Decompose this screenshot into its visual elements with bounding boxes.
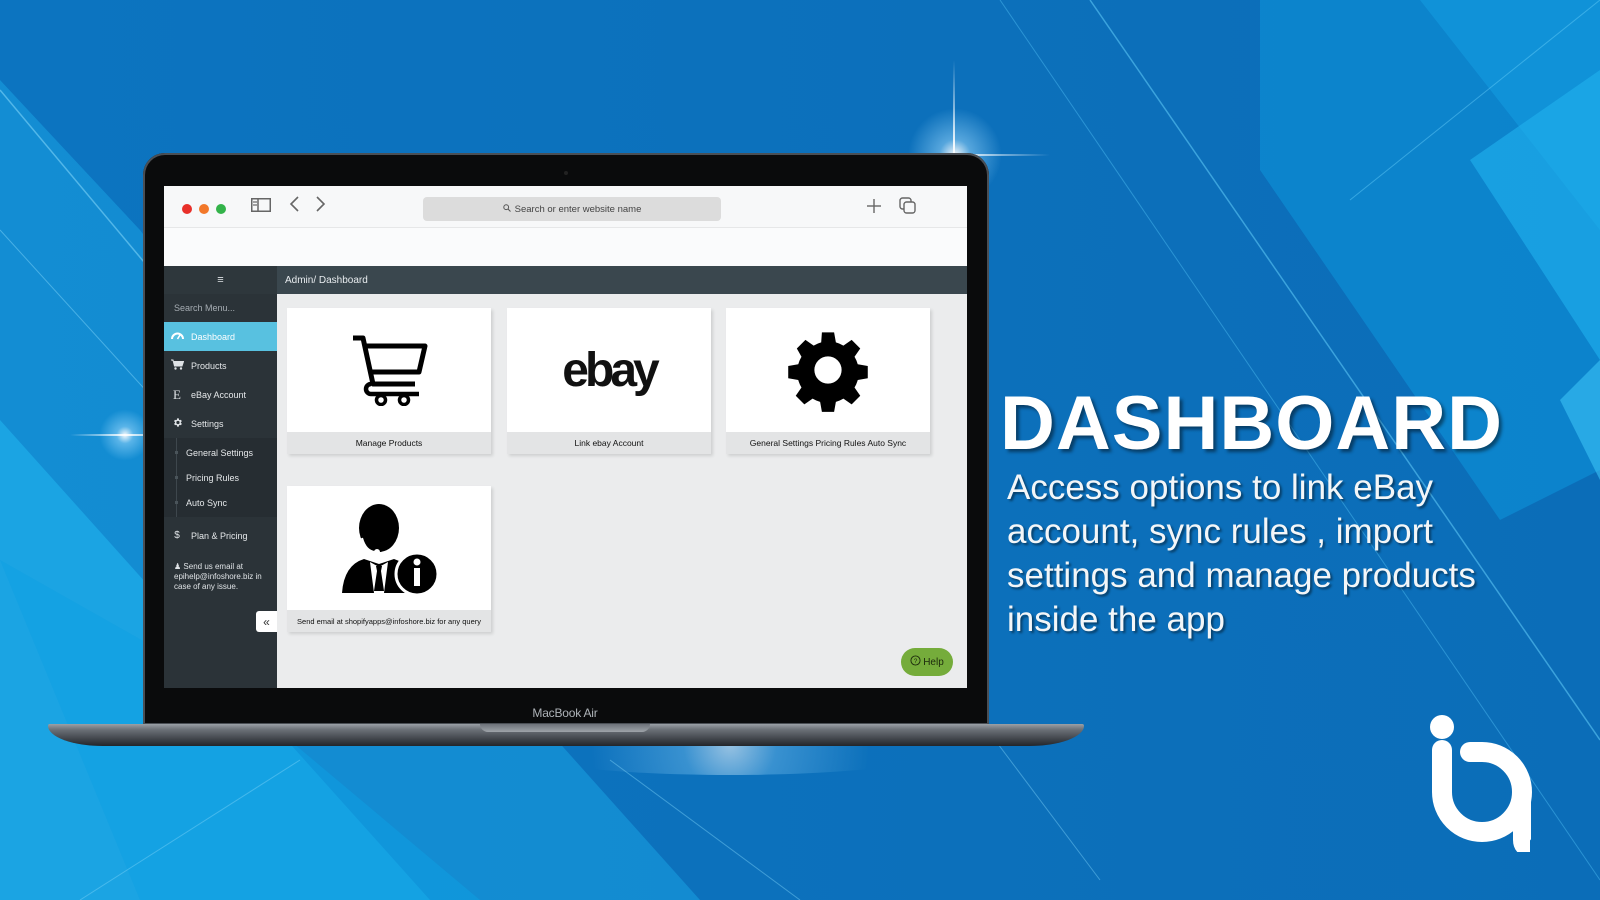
support-agent-icon [287, 486, 491, 610]
card-contact-support[interactable]: Send email at shopifyapps@infoshore.biz … [287, 486, 491, 632]
new-tab-icon[interactable] [866, 198, 882, 217]
address-placeholder: Search or enter website name [514, 203, 642, 215]
device-label: MacBook Air [532, 706, 598, 720]
card-general-settings[interactable]: General Settings Pricing Rules Auto Sync [726, 308, 930, 454]
help-circle-icon: ? [910, 655, 921, 669]
dashboard-gauge-icon [170, 331, 184, 343]
gear-icon [170, 417, 184, 431]
sidebar-item-ebay-account[interactable]: E eBay Account [164, 380, 277, 409]
sidebar-item-label: eBay Account [191, 389, 247, 400]
sidebar-item-label: Settings [191, 418, 224, 429]
sidebar-item-label: Plan & Pricing [191, 530, 248, 541]
sidebar-help-note: ♟ Send us email at epihelp@infoshore.biz… [164, 550, 277, 604]
cart-icon [170, 359, 184, 373]
laptop-screen: Search or enter website name ≡ Search Me… [164, 186, 967, 688]
ebay-e-icon: E [173, 386, 181, 402]
sidebar-item-settings[interactable]: Settings [164, 409, 277, 438]
sidebar-item-products[interactable]: Products [164, 351, 277, 380]
sidebar-subitem-general-settings[interactable]: General Settings [164, 440, 277, 465]
browser-toolbar: Search or enter website name [164, 186, 967, 228]
sidebar-item-plan-pricing[interactable]: $ Plan & Pricing [164, 521, 277, 550]
breadcrumb: Admin/ Dashboard [277, 266, 967, 294]
sidebar-toggle-icon[interactable] [251, 197, 271, 215]
camera [564, 171, 568, 175]
sidebar: ≡ Search Menu... Dashboard Products E eB… [164, 266, 277, 688]
sidebar-search-input[interactable]: Search Menu... [164, 294, 277, 322]
help-button-label: Help [923, 656, 944, 668]
browser-subbar [164, 228, 967, 266]
sidebar-help-text: Send us email at epihelp@infoshore.biz i… [174, 562, 262, 591]
app-window: ≡ Search Menu... Dashboard Products E eB… [164, 266, 967, 688]
svg-text:?: ? [914, 658, 918, 665]
maximize-window-button[interactable] [216, 204, 226, 214]
sidebar-subitem-auto-sync[interactable]: Auto Sync [164, 490, 277, 515]
dashboard-content: Manage Products ebay Link ebay Account G… [277, 294, 967, 688]
address-bar[interactable]: Search or enter website name [423, 197, 721, 221]
close-window-button[interactable] [182, 204, 192, 214]
hero-description: Access options to link eBay account, syn… [1007, 468, 1476, 639]
card-caption: Manage Products [355, 438, 423, 448]
card-manage-products[interactable]: Manage Products [287, 308, 491, 454]
minimize-window-button[interactable] [199, 204, 209, 214]
tabs-overview-icon[interactable] [899, 197, 917, 218]
sidebar-item-label: Products [191, 360, 227, 371]
collapse-sidebar-button[interactable]: « [256, 611, 277, 632]
sidebar-item-label: Dashboard [191, 331, 236, 342]
gear-icon [726, 308, 930, 432]
settings-submenu: General Settings Pricing Rules Auto Sync [164, 438, 277, 517]
sidebar-item-dashboard[interactable]: Dashboard [164, 322, 277, 351]
sidebar-subitem-pricing-rules[interactable]: Pricing Rules [164, 465, 277, 490]
ebay-logo: ebay [507, 308, 711, 432]
help-button[interactable]: ? Help [901, 648, 953, 676]
shopping-cart-icon [287, 308, 491, 432]
user-icon: ♟ [174, 562, 182, 571]
card-caption: Link ebay Account [574, 438, 644, 448]
brand-logo [1430, 712, 1540, 857]
card-caption: Send email at shopifyapps@infoshore.biz … [297, 616, 481, 626]
search-icon [502, 203, 511, 215]
forward-icon[interactable] [314, 196, 326, 215]
hero-title: DASHBOARD [1000, 381, 1503, 466]
card-link-ebay-account[interactable]: ebay Link ebay Account [507, 308, 711, 454]
dollar-icon: $ [174, 530, 180, 541]
back-icon[interactable] [289, 196, 301, 215]
card-caption: General Settings Pricing Rules Auto Sync [749, 438, 907, 448]
hamburger-menu-icon[interactable]: ≡ [164, 266, 277, 294]
laptop-notch [480, 724, 650, 732]
